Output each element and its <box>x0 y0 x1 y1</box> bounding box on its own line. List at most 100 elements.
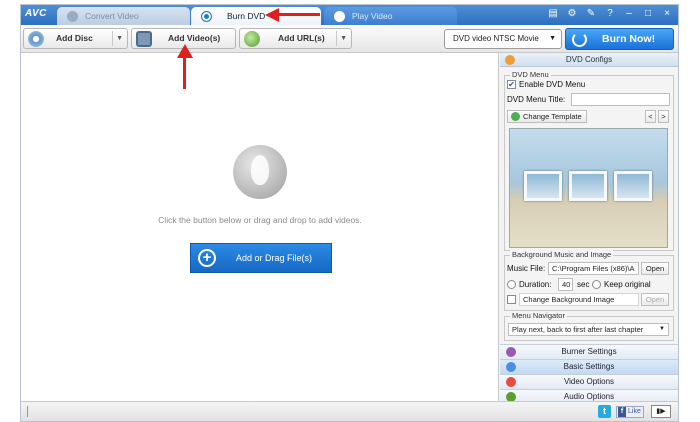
section-label: Video Options <box>563 377 615 386</box>
duration-input[interactable]: 40 <box>558 278 573 291</box>
basic-settings-icon <box>506 362 516 372</box>
change-template-button[interactable]: Change Template <box>507 110 587 123</box>
keep-original-radio[interactable] <box>592 280 601 289</box>
enable-dvd-menu-label: Enable DVD Menu <box>519 80 586 89</box>
video-drop-area[interactable]: Click the button below or drag and drop … <box>21 53 499 401</box>
minimize-button[interactable]: – <box>624 8 634 19</box>
change-bg-image-checkbox[interactable] <box>507 295 516 304</box>
title-bar: AVC Convert Video Burn DVD Play Video ▤ … <box>21 5 678 25</box>
globe-icon <box>244 31 260 47</box>
section-label: Audio Options <box>563 392 615 401</box>
bg-image-open-button[interactable]: Open <box>641 293 669 306</box>
tools-icon[interactable]: ✎ <box>586 8 596 19</box>
app-window: AVC Convert Video Burn DVD Play Video ▤ … <box>20 4 679 422</box>
section-basic-settings[interactable]: Basic Settings <box>500 359 678 374</box>
duration-unit: sec <box>577 280 590 289</box>
dvd-configs-panel: DVD Configs DVD Menu ✔ Enable DVD Menu D… <box>500 53 678 404</box>
panel-title: DVD Configs <box>565 55 613 64</box>
tab-label: Convert Video <box>85 11 139 21</box>
dvd-menu-title-input[interactable] <box>571 93 670 106</box>
disc-icon <box>28 31 44 47</box>
add-urls-button[interactable]: Add URL(s) ▼ <box>239 28 352 49</box>
status-divider <box>27 406 28 417</box>
arrow-shaft <box>183 56 186 89</box>
play-video-icon <box>334 11 345 22</box>
tab-play-video[interactable]: Play Video <box>324 7 457 25</box>
dvd-menu-group-title: DVD Menu <box>510 70 551 79</box>
background-group-title: Background Music and Image <box>510 250 614 259</box>
twitter-icon[interactable]: t <box>598 405 611 418</box>
add-disc-label: Add Disc <box>56 33 93 43</box>
menu-navigator-select[interactable]: Play next, back to first after last chap… <box>508 323 669 336</box>
arrow-shaft <box>277 13 320 16</box>
section-video-options[interactable]: Video Options <box>500 374 678 389</box>
section-label: Basic Settings <box>563 362 615 371</box>
app-logo: AVC <box>25 8 47 19</box>
menu-thumbnail <box>614 171 652 201</box>
flame-logo-icon <box>233 145 287 199</box>
divider <box>112 31 113 46</box>
chevron-down-icon[interactable]: ▼ <box>116 29 123 48</box>
dvd-menu-title-label: DVD Menu Title: <box>507 95 566 104</box>
tab-label: Burn DVD <box>227 11 266 21</box>
template-next-button[interactable]: > <box>658 110 669 123</box>
maximize-button[interactable]: □ <box>643 8 653 19</box>
music-open-button[interactable]: Open <box>641 262 669 275</box>
window-controls: ▤ ⚙ ✎ ? – □ × <box>548 8 672 19</box>
annotation-arrow-right <box>265 8 320 22</box>
layout-toggle-button[interactable]: ▮▶ <box>651 405 671 418</box>
chevron-down-icon: ▼ <box>659 326 665 332</box>
burner-settings-icon <box>506 347 516 357</box>
menu-navigator-group-title: Menu Navigator <box>510 311 567 320</box>
template-prev-button[interactable]: < <box>645 110 656 123</box>
divider <box>336 31 337 46</box>
facebook-like-button[interactable]: Like <box>616 406 644 418</box>
menu-thumbnail <box>524 171 562 201</box>
annotation-arrow-up <box>177 44 193 89</box>
toolbar: Add Disc ▼ Add Video(s) Add URL(s) ▼ DVD… <box>21 25 678 53</box>
burn-now-label: Burn Now! <box>602 33 656 45</box>
add-or-drag-files-button[interactable]: + Add or Drag File(s) <box>190 243 332 273</box>
dvd-configs-header[interactable]: DVD Configs <box>500 53 678 67</box>
burn-dvd-icon <box>201 11 212 22</box>
add-videos-label: Add Video(s) <box>168 33 221 43</box>
output-format-select[interactable]: DVD video NTSC Movie ▼ <box>444 29 562 49</box>
burn-now-button[interactable]: Burn Now! <box>565 28 674 50</box>
change-template-label: Change Template <box>523 112 582 121</box>
enable-dvd-menu-checkbox[interactable]: ✔ <box>507 80 516 89</box>
template-preview-image <box>509 128 668 248</box>
tab-label: Play Video <box>352 11 393 21</box>
drop-hint-text: Click the button below or drag and drop … <box>158 215 362 225</box>
add-or-drag-label: Add or Drag File(s) <box>236 253 313 263</box>
refresh-icon <box>572 32 587 47</box>
chevron-down-icon[interactable]: ▼ <box>340 29 347 48</box>
tab-convert-video[interactable]: Convert Video <box>57 7 190 25</box>
format-selected-value: DVD video NTSC Movie <box>453 34 539 43</box>
dvd-configs-icon <box>505 55 515 65</box>
gear-icon[interactable]: ⚙ <box>567 8 577 19</box>
arrow-head-icon <box>177 44 193 58</box>
convert-video-icon <box>67 11 78 22</box>
film-icon <box>136 31 152 47</box>
plus-icon: + <box>198 249 216 267</box>
help-button[interactable]: ? <box>605 8 615 19</box>
status-bar: t Like ▮▶ <box>21 401 678 421</box>
add-disc-button[interactable]: Add Disc ▼ <box>23 28 128 49</box>
menu-thumbnail <box>569 171 607 201</box>
chevron-down-icon: ▼ <box>549 35 556 42</box>
music-file-input[interactable]: C:\Program Files (x86)\A <box>548 262 639 275</box>
close-button[interactable]: × <box>662 8 672 19</box>
section-label: Burner Settings <box>561 347 617 356</box>
change-bg-image-field[interactable]: Change Background Image <box>519 293 639 306</box>
menu-navigator-value: Play next, back to first after last chap… <box>512 325 644 334</box>
skin-icon[interactable]: ▤ <box>548 8 558 19</box>
duration-radio[interactable] <box>507 280 516 289</box>
add-urls-label: Add URL(s) <box>278 33 325 43</box>
section-burner-settings[interactable]: Burner Settings <box>500 344 678 359</box>
template-icon <box>511 112 520 121</box>
arrow-head-icon <box>265 8 279 22</box>
music-file-label: Music File: <box>507 264 546 273</box>
duration-label: Duration: <box>519 280 552 289</box>
video-options-icon <box>506 377 516 387</box>
keep-original-label: Keep original <box>604 280 651 289</box>
